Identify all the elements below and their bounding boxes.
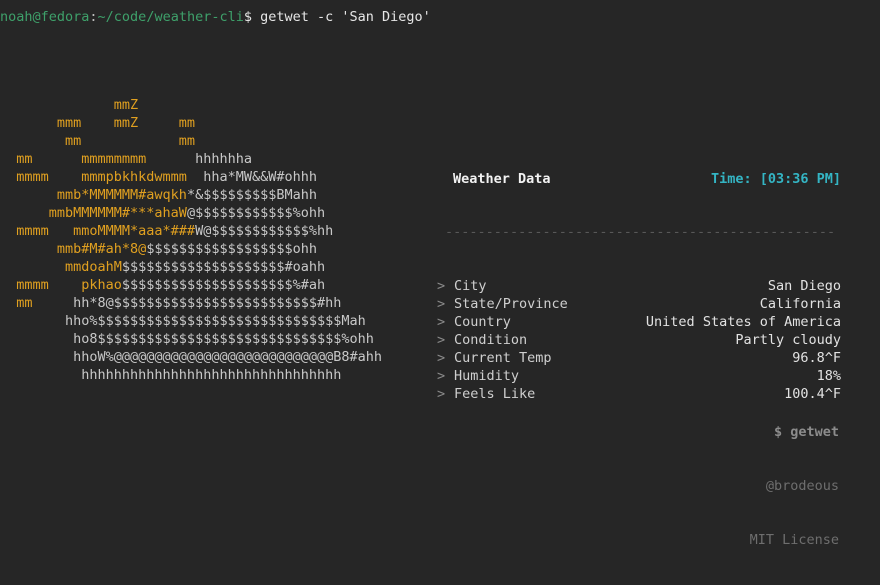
- ascii-art-segment: $$$$$$$$$$$$$$$$$$ohh: [146, 241, 317, 257]
- row-label: City: [454, 278, 487, 294]
- ascii-art-segment: hh*8@$$$$$$$$$$$$$$$$$$$$$$$$$#hh: [32, 295, 342, 311]
- ascii-art-line: hhoW%@@@@@@@@@@@@@@@@@@@@@@@@@@@B8#ahh: [0, 348, 382, 366]
- divider-dashes: ----------------------------------------…: [445, 226, 836, 240]
- row-label: Humidity: [454, 368, 520, 384]
- weather-row: > State/Province California: [437, 295, 841, 313]
- shell-prompt-line: noah@fedora:~/code/weather-cli$ getwet -…: [0, 8, 431, 26]
- ascii-art-segment: @$$$$$$$$$$$$%ohh: [186, 205, 326, 221]
- ascii-art-line: mm mm: [0, 132, 382, 150]
- row-marker-icon: >: [437, 350, 446, 366]
- ascii-art-line: hho%$$$$$$$$$$$$$$$$$$$$$$$$$$$$$$Mah: [0, 312, 382, 330]
- ascii-art-line: mm hh*8@$$$$$$$$$$$$$$$$$$$$$$$$$#hh: [0, 294, 382, 312]
- ascii-art-line: mm mmmmmmmm hhhhhha: [0, 150, 382, 168]
- ascii-art-segment: mmmm mmoMMMM*aaa*###: [0, 223, 196, 239]
- prompt-command[interactable]: getwet -c 'San Diego': [260, 9, 431, 25]
- ascii-art-segment: ho8$$$$$$$$$$$$$$$$$$$$$$$$$$$$$$%ohh: [0, 331, 374, 347]
- row-marker-icon: >: [437, 368, 446, 384]
- row-value: California: [759, 296, 841, 312]
- ascii-art-line: mmbMMMMMM#***ahaW@$$$$$$$$$$$$%ohh: [0, 204, 382, 222]
- ascii-art-segment: $$$$$$$$$$$$$$$$$$$$#oahh: [121, 259, 326, 275]
- ascii-art-line: mmm mmZ mm: [0, 114, 382, 132]
- row-marker-icon: >: [437, 296, 446, 312]
- prompt-user-host: noah@fedora: [0, 9, 90, 25]
- footer-handle: @brodeous: [765, 478, 839, 494]
- ascii-art-segment: mm: [0, 295, 33, 311]
- ascii-art-segment: hhhhhhhhhhhhhhhhhhhhhhhhhhhhhhhh: [0, 367, 342, 383]
- ascii-art-segment: $$$$$$$$$$$$$$$$$$$$$%#ah: [121, 277, 326, 293]
- ascii-art-segment: mmb#M#ah*8@: [0, 241, 147, 257]
- ascii-art-segment: hha*MW&&W#ohhh: [186, 169, 317, 185]
- ascii-art-weather-icon: mmZ mmm mmZ mm mm mm mm mmmmmmmm hhhhhha…: [0, 96, 382, 384]
- weather-row: > Current Temp 96.8^F: [437, 349, 841, 367]
- time-value: [03:36 PM]: [759, 171, 841, 187]
- ascii-art-segment: mm mm: [0, 133, 196, 149]
- row-label: Condition: [454, 332, 528, 348]
- ascii-art-segment: mmmm mmmpbkhkdwmmm: [0, 169, 187, 185]
- ascii-art-segment: mmmm pkhao: [0, 277, 122, 293]
- ascii-art-line: mmmm mmmpbkhkdwmmm hha*MW&&W#ohhh: [0, 168, 382, 186]
- weather-row: > Humidity 18%: [437, 367, 841, 385]
- panel-time: Time: [03:36 PM]: [711, 170, 841, 188]
- panel-divider: ----------------------------------------…: [437, 226, 841, 240]
- footer-command: $ getwet: [773, 424, 839, 440]
- footer: $ getwet @brodeous MIT License: [750, 387, 839, 585]
- weather-row: > Country United States of America: [437, 313, 841, 331]
- row-value: United States of America: [645, 314, 841, 330]
- ascii-art-segment: mmdoahM: [0, 259, 122, 275]
- panel-header: Weather Data Time: [03:36 PM]: [437, 170, 841, 188]
- row-value: 18%: [816, 368, 841, 384]
- row-label: Feels Like: [454, 386, 536, 402]
- ascii-art-line: mmmm mmoMMMM*aaa*###W@$$$$$$$$$$$$%hh: [0, 222, 382, 240]
- time-label: Time:: [710, 171, 752, 187]
- weather-rows: > City San Diego > State/Province California >…: [437, 277, 841, 403]
- row-label: Country: [454, 314, 511, 330]
- row-label: State/Province: [454, 296, 568, 312]
- ascii-art-segment: hhoW%@@@@@@@@@@@@@@@@@@@@@@@@@@@B8#ahh: [0, 349, 383, 365]
- ascii-art-segment: hhhhhha: [146, 151, 252, 167]
- row-marker-icon: >: [437, 332, 446, 348]
- ascii-art-line: mmmm pkhao$$$$$$$$$$$$$$$$$$$$$%#ah: [0, 276, 382, 294]
- row-marker-icon: >: [437, 278, 446, 294]
- ascii-art-segment: mmm mmZ mm: [0, 115, 196, 131]
- row-value: 96.8^F: [792, 350, 841, 366]
- terminal-window: noah@fedora:~/code/weather-cli$ getwet -…: [0, 0, 880, 548]
- ascii-art-line: mmb#M#ah*8@$$$$$$$$$$$$$$$$$$ohh: [0, 240, 382, 258]
- prompt-path: ~/code/weather-cli: [97, 9, 244, 25]
- row-marker-icon: >: [437, 314, 446, 330]
- row-value: San Diego: [767, 278, 841, 294]
- ascii-art-line: mmb*MMMMMM#awqkh*&$$$$$$$$$BMahh: [0, 186, 382, 204]
- row-marker-icon: >: [437, 386, 446, 402]
- prompt-sigil: $: [243, 9, 261, 25]
- ascii-art-segment: mmbMMMMMM#***ahaW: [0, 205, 187, 221]
- panel-title: Weather Data: [453, 171, 551, 187]
- ascii-art-line: mmdoahM$$$$$$$$$$$$$$$$$$$$#oahh: [0, 258, 382, 276]
- ascii-art-line: ho8$$$$$$$$$$$$$$$$$$$$$$$$$$$$$$%ohh: [0, 330, 382, 348]
- ascii-art-segment: *&$$$$$$$$$BMahh: [186, 187, 317, 203]
- ascii-art-segment: mmZ: [0, 97, 139, 113]
- ascii-art-line: mmZ: [0, 96, 382, 114]
- footer-license: MIT License: [749, 532, 839, 548]
- ascii-art-segment: hho%$$$$$$$$$$$$$$$$$$$$$$$$$$$$$$Mah: [0, 313, 366, 329]
- weather-row: > City San Diego: [437, 277, 841, 295]
- prompt-separator: :: [89, 9, 98, 25]
- ascii-art-segment: W@$$$$$$$$$$$$%hh: [195, 223, 334, 239]
- ascii-art-line: hhhhhhhhhhhhhhhhhhhhhhhhhhhhhhhh: [0, 366, 382, 384]
- weather-row: > Condition Partly cloudy: [437, 331, 841, 349]
- row-label: Current Temp: [454, 350, 552, 366]
- ascii-art-segment: mmb*MMMMMM#awqkh: [0, 187, 187, 203]
- ascii-art-segment: mm mmmmmmmm: [0, 151, 147, 167]
- row-value: Partly cloudy: [735, 332, 841, 348]
